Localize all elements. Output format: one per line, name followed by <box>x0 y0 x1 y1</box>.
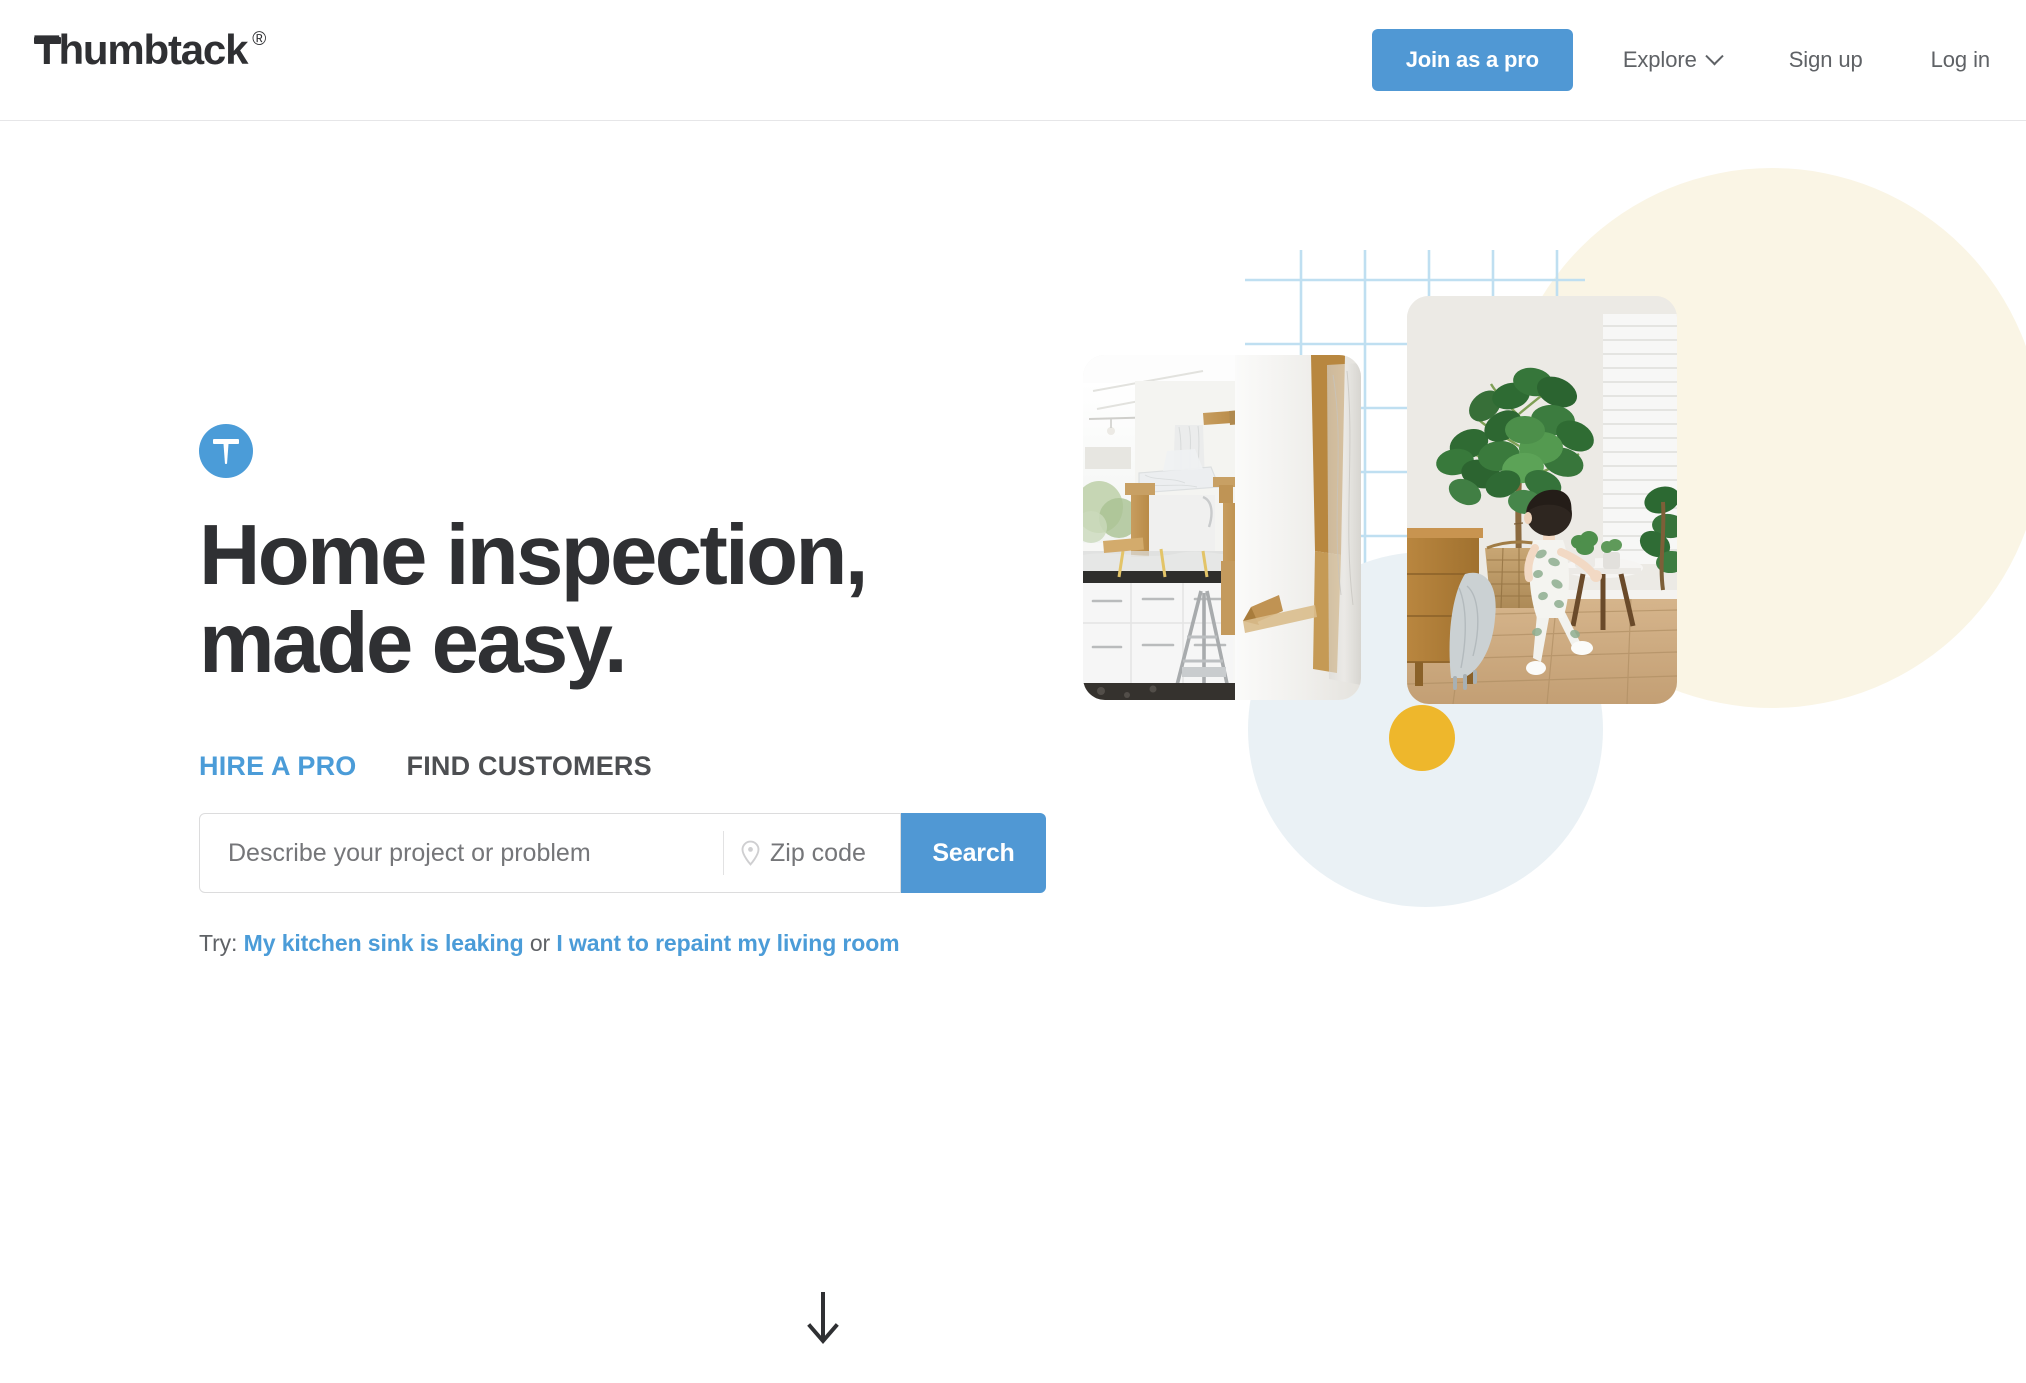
site-header: Thumbtack ® Join as a pro Explore Sign u… <box>0 0 2026 121</box>
search-bar: Search <box>199 813 1046 893</box>
yellow-dot-shape <box>1389 705 1455 771</box>
thumbtack-pin-icon <box>199 424 253 478</box>
page-title: Home inspection, made easy. <box>199 512 1099 688</box>
thumbtack-logo[interactable]: Thumbtack ® <box>34 26 266 74</box>
hero-photo-living-room <box>1407 296 1677 704</box>
join-as-a-pro-button[interactable]: Join as a pro <box>1371 29 1573 91</box>
try-label: Try: <box>199 930 238 956</box>
search-button[interactable]: Search <box>901 813 1046 893</box>
nav-item-log-in[interactable]: Log in <box>1931 47 1990 73</box>
thumbtack-logo-icon <box>34 37 61 44</box>
nav-item-sign-up[interactable]: Sign up <box>1789 47 1863 73</box>
zip-field-wrap <box>724 814 900 892</box>
zip-code-input[interactable] <box>770 838 900 868</box>
location-pin-icon <box>740 840 761 866</box>
search-fields-group <box>199 813 901 893</box>
registered-mark: ® <box>252 29 267 50</box>
hero-tabs: HIRE A PRO FIND CUSTOMERS <box>199 751 1099 782</box>
try-suggestion-1[interactable]: My kitchen sink is leaking <box>244 930 524 956</box>
arrow-down-icon[interactable] <box>806 1290 840 1346</box>
header-nav: Join as a pro Explore Sign up Log in <box>1371 0 1990 120</box>
chevron-down-icon <box>1705 46 1724 65</box>
tab-find-customers[interactable]: FIND CUSTOMERS <box>407 751 652 782</box>
search-input[interactable] <box>200 814 723 892</box>
nav-login-label: Log in <box>1930 47 1990 72</box>
page-root: Thumbtack ® Join as a pro Explore Sign u… <box>0 0 2026 1383</box>
logo-wordmark: Thumbtack <box>34 26 248 74</box>
pin-needle <box>223 444 229 464</box>
nav-item-explore[interactable]: Explore <box>1622 46 1724 73</box>
tab-hire-a-pro[interactable]: HIRE A PRO <box>199 751 357 782</box>
try-conjunction: or <box>529 930 551 956</box>
nav-signup-label: Sign up <box>1788 47 1863 72</box>
logo-text-value: Thumbtack <box>34 26 248 73</box>
headline-line-2: made easy. <box>199 596 628 691</box>
hero-photo-kitchen <box>1083 355 1361 700</box>
hero-content: Home inspection, made easy. HIRE A PRO F… <box>199 424 1099 957</box>
try-suggestions: Try: My kitchen sink is leaking or I wan… <box>199 930 1099 957</box>
hero-collage <box>1080 100 2026 960</box>
try-suggestion-2[interactable]: I want to repaint my living room <box>556 930 899 956</box>
headline-line-1: Home inspection, <box>199 508 868 603</box>
pin-head <box>213 439 239 444</box>
nav-explore-label: Explore <box>1622 47 1697 72</box>
